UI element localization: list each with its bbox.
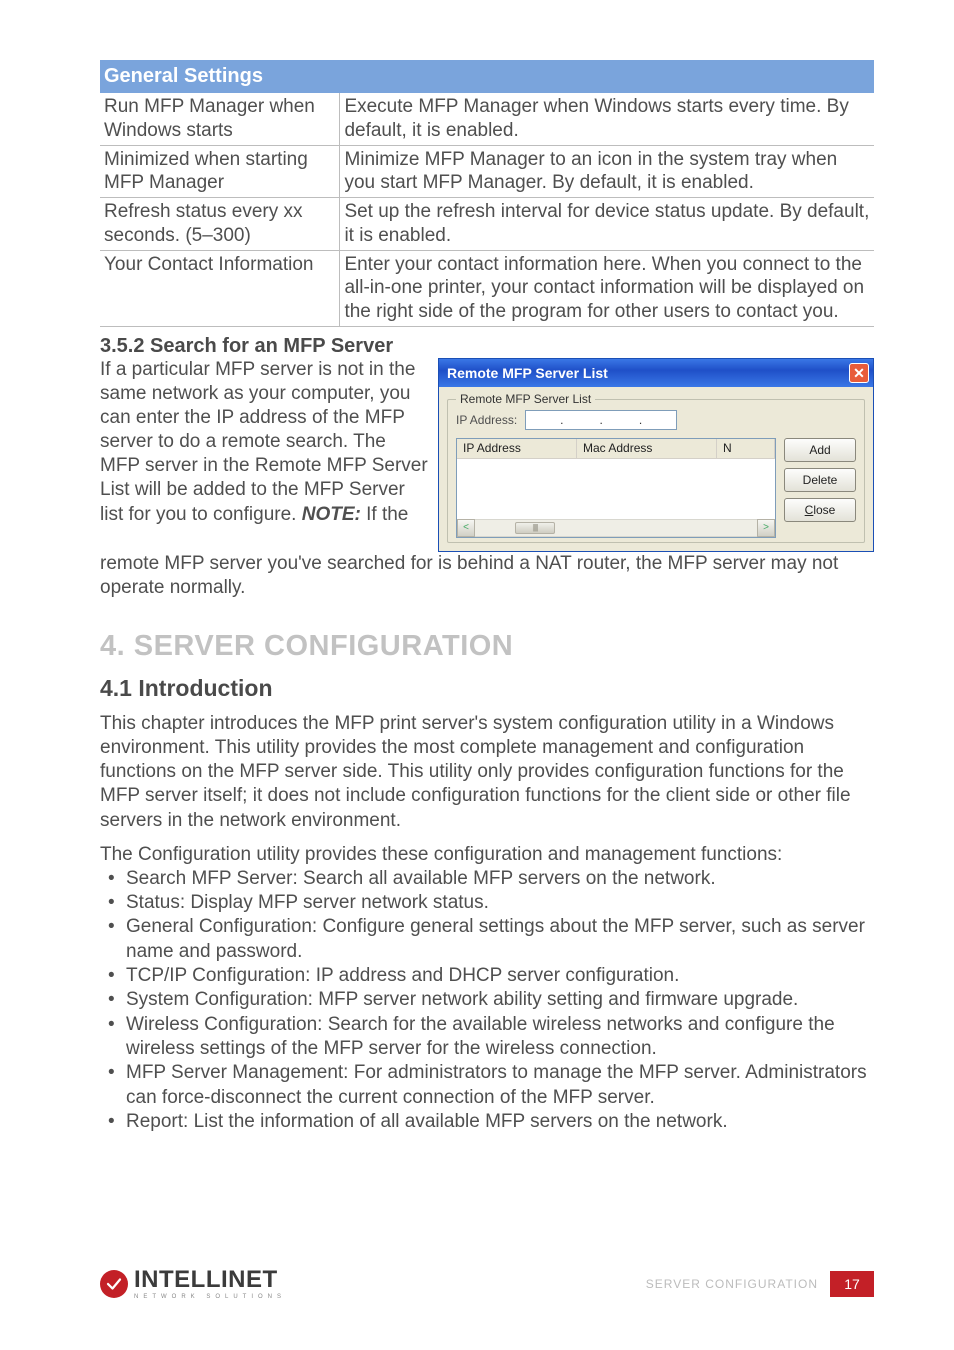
- table-row: Run MFP Manager when Windows startsExecu…: [100, 93, 874, 145]
- brand-tagline: NETWORK SOLUTIONS: [134, 1294, 286, 1300]
- close-button[interactable]: Close: [784, 498, 856, 522]
- heading-352: 3.5.2 Search for an MFP Server: [100, 335, 874, 358]
- list-item: TCP/IP Configuration: IP address and DHC…: [100, 964, 874, 988]
- col-n[interactable]: N: [717, 439, 775, 458]
- groupbox-label: Remote MFP Server List: [456, 392, 595, 406]
- ip-octet-1[interactable]: [526, 411, 558, 429]
- listview-header: IP Address Mac Address N: [457, 439, 775, 459]
- table-row: Refresh status every xx seconds. (5–300)…: [100, 198, 874, 251]
- dialog-title: Remote MFP Server List: [447, 365, 608, 381]
- scroll-right-icon[interactable]: >: [757, 519, 775, 537]
- note-label: NOTE:: [302, 504, 361, 525]
- close-icon[interactable]: ✕: [849, 363, 869, 383]
- heading-4: 4. SERVER CONFIGURATION: [100, 630, 874, 663]
- scrollbar-thumb[interactable]: |||||: [515, 522, 555, 534]
- col-ip[interactable]: IP Address: [457, 439, 577, 458]
- list-item: General Configuration: Configure general…: [100, 915, 874, 964]
- brand-logo: INTELLINET NETWORK SOLUTIONS: [100, 1268, 286, 1300]
- page-number: 17: [830, 1271, 874, 1297]
- col-mac[interactable]: Mac Address: [577, 439, 717, 458]
- list-item: MFP Server Management: For administrator…: [100, 1061, 874, 1110]
- page-footer: INTELLINET NETWORK SOLUTIONS SERVER CONF…: [100, 1268, 874, 1300]
- scroll-left-icon[interactable]: <: [457, 519, 475, 537]
- footer-section-label: SERVER CONFIGURATION: [646, 1277, 818, 1291]
- ip-address-label: IP Address:: [456, 413, 517, 427]
- ip-octet-4[interactable]: [644, 411, 676, 429]
- table-row: Your Contact InformationEnter your conta…: [100, 250, 874, 326]
- remote-list-groupbox: Remote MFP Server List IP Address: . . .: [447, 399, 865, 543]
- table-row: Minimized when starting MFP ManagerMinim…: [100, 145, 874, 198]
- list-item: Status: Display MFP server network statu…: [100, 891, 874, 915]
- list-item: System Configuration: MFP server network…: [100, 988, 874, 1012]
- ip-octet-2[interactable]: [566, 411, 598, 429]
- heading-41: 4.1 Introduction: [100, 675, 874, 702]
- general-settings-table: General Settings Run MFP Manager when Wi…: [100, 60, 874, 327]
- sec4-p1: This chapter introduces the MFP print se…: [100, 712, 874, 833]
- list-item: Search MFP Server: Search all available …: [100, 867, 874, 891]
- config-functions-list: Search MFP Server: Search all available …: [100, 867, 874, 1134]
- checkmark-icon: [100, 1270, 128, 1298]
- add-button[interactable]: Add: [784, 438, 856, 462]
- delete-button[interactable]: Delete: [784, 468, 856, 492]
- dialog-titlebar[interactable]: Remote MFP Server List ✕: [439, 359, 873, 387]
- brand-name: INTELLINET: [134, 1268, 286, 1292]
- sec4-p2: The Configuration utility provides these…: [100, 843, 874, 867]
- server-listview[interactable]: IP Address Mac Address N < ||||| >: [456, 438, 776, 538]
- remote-mfp-dialog: Remote MFP Server List ✕ Remote MFP Serv…: [438, 358, 874, 552]
- ip-address-input[interactable]: . . .: [525, 410, 677, 430]
- table-header: General Settings: [100, 60, 874, 93]
- horizontal-scrollbar[interactable]: < ||||| >: [457, 519, 775, 537]
- sec352-para2: remote MFP server you've searched for is…: [100, 552, 874, 600]
- list-item: Report: List the information of all avai…: [100, 1110, 874, 1134]
- list-item: Wireless Configuration: Search for the a…: [100, 1013, 874, 1062]
- ip-octet-3[interactable]: [605, 411, 637, 429]
